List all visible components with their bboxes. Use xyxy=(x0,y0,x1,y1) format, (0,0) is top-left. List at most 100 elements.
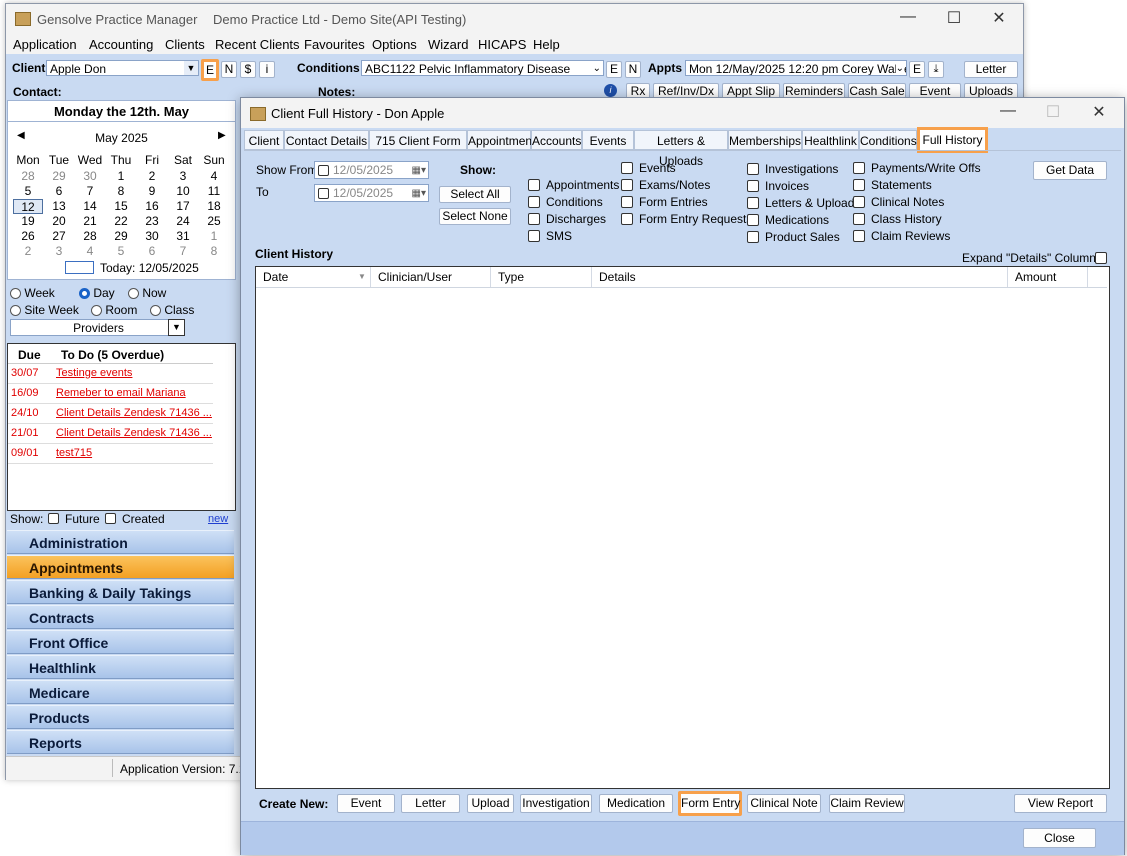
radio-room[interactable]: Room xyxy=(91,303,137,317)
view-report-button[interactable]: View Report xyxy=(1014,794,1107,813)
today-box-icon[interactable] xyxy=(65,261,94,274)
expand-details-checkbox[interactable] xyxy=(1095,252,1107,264)
calendar-day[interactable]: 2 xyxy=(137,169,167,184)
checkbox-discharges[interactable] xyxy=(528,213,540,225)
menu-recent-clients[interactable]: Recent Clients xyxy=(215,37,300,52)
calendar-day[interactable]: 12 xyxy=(13,199,43,214)
create-investigation-button[interactable]: Investigation xyxy=(520,794,592,813)
today-label[interactable]: Today: 12/05/2025 xyxy=(100,261,199,275)
create-event-button[interactable]: Event xyxy=(337,794,395,813)
checkbox-appointments[interactable] xyxy=(528,179,540,191)
chevron-down-icon[interactable]: ⌄ xyxy=(593,61,601,75)
select-none-button[interactable]: Select None xyxy=(439,208,511,225)
calendar-day[interactable]: 14 xyxy=(75,199,105,214)
create-medication-button[interactable]: Medication xyxy=(599,794,673,813)
nav-medicare[interactable]: Medicare xyxy=(7,680,234,704)
todo-item-link[interactable]: Client Details Zendesk 71436 ... xyxy=(56,407,212,419)
client-edit-button[interactable]: E xyxy=(201,59,219,81)
tab-contact-details[interactable]: Contact Details xyxy=(284,130,369,150)
client-info-button[interactable]: i xyxy=(259,61,275,78)
calendar-icon[interactable]: ▦▾ xyxy=(412,162,426,178)
radio-week[interactable]: Week xyxy=(10,286,55,300)
todo-item-link[interactable]: Testinge events xyxy=(56,367,132,379)
calendar-day[interactable]: 21 xyxy=(75,214,105,229)
checkbox-form-entry-requests[interactable] xyxy=(621,213,633,225)
tab-715-client-form[interactable]: 715 Client Form xyxy=(369,130,467,150)
checkbox-letters-uploads[interactable] xyxy=(747,197,759,209)
create-form-entry-button[interactable]: Form Entry xyxy=(678,791,742,816)
conditions-new-button[interactable]: N xyxy=(625,61,641,78)
calendar-day[interactable]: 1 xyxy=(106,169,136,184)
calendar-day[interactable]: 15 xyxy=(106,199,136,214)
dialog-maximize-icon[interactable]: ☐ xyxy=(1038,102,1068,122)
calendar-day[interactable]: 9 xyxy=(137,184,167,199)
calendar-day[interactable]: 18 xyxy=(199,199,229,214)
col-details[interactable]: Details xyxy=(592,267,1008,287)
close-button[interactable]: Close xyxy=(1023,828,1096,848)
calendar-day[interactable]: 8 xyxy=(106,184,136,199)
calendar-day[interactable]: 1 xyxy=(199,229,229,244)
client-account-button[interactable]: $ xyxy=(240,61,256,78)
calendar-day[interactable]: 6 xyxy=(137,244,167,259)
tab-client[interactable]: Client xyxy=(244,130,284,150)
calendar-day[interactable]: 27 xyxy=(44,229,74,244)
calendar-day[interactable]: 3 xyxy=(168,169,198,184)
todo-item-link[interactable]: test715 xyxy=(56,447,92,459)
conditions-combo[interactable]: ABC1122 Pelvic Inflammatory Disease ⌄ xyxy=(361,60,604,76)
radio-day[interactable]: Day xyxy=(79,286,115,300)
create-upload-button[interactable]: Upload xyxy=(467,794,514,813)
create-clinical-note-button[interactable]: Clinical Note xyxy=(747,794,821,813)
calendar-day[interactable]: 30 xyxy=(137,229,167,244)
tab-memberships[interactable]: Memberships xyxy=(728,130,802,150)
checkbox-exams-notes[interactable] xyxy=(621,179,633,191)
tab-letters-uploads[interactable]: Letters & Uploads xyxy=(634,130,728,168)
nav-administration[interactable]: Administration xyxy=(7,530,234,554)
dialog-minimize-icon[interactable]: — xyxy=(993,102,1023,120)
tab-events[interactable]: Events xyxy=(582,130,634,150)
minimize-icon[interactable]: — xyxy=(893,8,923,26)
nav-products[interactable]: Products xyxy=(7,705,234,729)
letter-button[interactable]: Letter xyxy=(964,61,1018,78)
calendar-day[interactable]: 4 xyxy=(199,169,229,184)
nav-appointments[interactable]: Appointments xyxy=(7,555,234,579)
calendar-day[interactable]: 3 xyxy=(44,244,74,259)
radio-room-icon[interactable] xyxy=(91,305,102,317)
client-combo[interactable]: Apple Don ▼ xyxy=(46,60,199,76)
todo-row[interactable]: 21/01 Client Details Zendesk 71436 ... xyxy=(8,424,213,444)
menu-options[interactable]: Options xyxy=(372,37,417,52)
checkbox-statements[interactable] xyxy=(853,179,865,191)
from-date-picker[interactable]: 12/05/2025 ▦▾ xyxy=(314,161,429,179)
info-circle-icon[interactable]: i xyxy=(604,84,617,97)
calendar-day[interactable]: 29 xyxy=(106,229,136,244)
get-data-button[interactable]: Get Data xyxy=(1033,161,1107,180)
col-amount[interactable]: Amount xyxy=(1008,267,1088,287)
checkbox-product-sales[interactable] xyxy=(747,231,759,243)
calendar-day[interactable]: 6 xyxy=(44,184,74,199)
calendar-day[interactable]: 7 xyxy=(168,244,198,259)
radio-week-icon[interactable] xyxy=(10,288,21,300)
checkbox-form-entries[interactable] xyxy=(621,196,633,208)
todo-row[interactable]: 09/01 test715 xyxy=(8,444,213,464)
checkbox-investigations[interactable] xyxy=(747,163,759,175)
to-date-checkbox[interactable] xyxy=(318,188,329,199)
menu-help[interactable]: Help xyxy=(533,37,560,52)
main-titlebar[interactable]: Gensolve Practice Manager Demo Practice … xyxy=(6,4,1023,34)
radio-now[interactable]: Now xyxy=(128,286,166,300)
calendar-day[interactable]: 23 xyxy=(137,214,167,229)
history-grid[interactable]: Date ▼ Clinician/User Type Details Amount xyxy=(255,266,1110,789)
to-date-picker[interactable]: 12/05/2025 ▦▾ xyxy=(314,184,429,202)
calendar-day[interactable]: 4 xyxy=(75,244,105,259)
calendar-day[interactable]: 28 xyxy=(13,169,43,184)
providers-dropdown-icon[interactable]: ▼ xyxy=(168,319,185,336)
radio-now-icon[interactable] xyxy=(128,288,139,300)
created-checkbox[interactable] xyxy=(105,513,116,524)
from-date-checkbox[interactable] xyxy=(318,165,329,176)
todo-item-link[interactable]: Remeber to email Mariana xyxy=(56,387,186,399)
next-month-icon[interactable]: ▶ xyxy=(218,130,226,141)
tab-accounts[interactable]: Accounts xyxy=(531,130,582,150)
tab-healthlink[interactable]: Healthlink xyxy=(802,130,859,150)
conditions-edit-button[interactable]: E xyxy=(606,61,622,78)
create-claim-review-button[interactable]: Claim Review xyxy=(829,794,905,813)
menu-application[interactable]: Application xyxy=(13,37,77,52)
calendar-day[interactable]: 20 xyxy=(44,214,74,229)
